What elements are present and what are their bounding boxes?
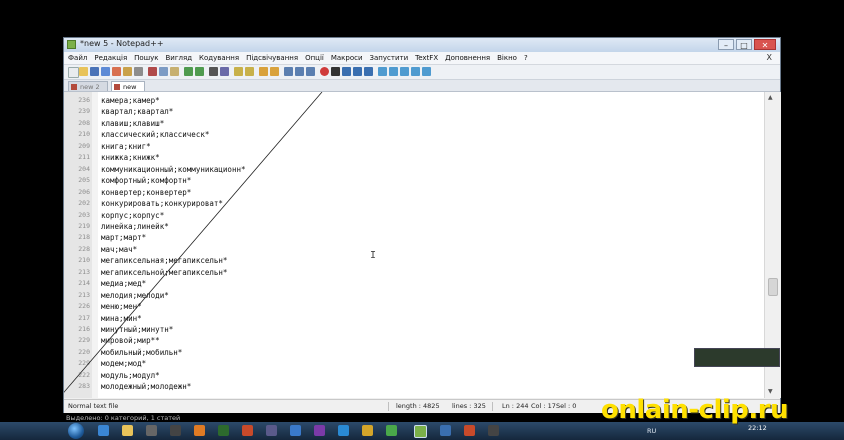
watermark-logo: onlain-clip.ru [601, 395, 789, 425]
save-macro-icon[interactable] [364, 67, 373, 76]
close-file-icon[interactable] [112, 67, 121, 76]
find-icon[interactable] [209, 67, 218, 76]
window-title: *new 5 - Notepad++ [80, 39, 164, 48]
notepad-window: *new 5 - Notepad++ – □ ✕ Файл Редакція П… [63, 37, 781, 413]
menu-bar: Файл Редакція Пошук Вигляд Кодування Під… [64, 52, 780, 65]
title-bar[interactable]: *new 5 - Notepad++ – □ ✕ [64, 38, 780, 52]
print-icon[interactable] [134, 67, 143, 76]
play-macro-icon[interactable] [342, 67, 351, 76]
paste-icon[interactable] [170, 67, 179, 76]
menu-help[interactable]: ? [524, 52, 528, 64]
close-all-icon[interactable] [123, 67, 132, 76]
taskbar-app-icon-4[interactable] [170, 425, 181, 436]
text-editor[interactable]: 236 камера;камер* 239 квартал;квартал* 208 кл… [64, 92, 764, 398]
taskbar-app-icon-9[interactable] [290, 425, 301, 436]
replace-icon[interactable] [220, 67, 229, 76]
menu-plugins[interactable]: Доповнення [445, 52, 490, 64]
zoom-out-icon[interactable] [245, 67, 254, 76]
copy-icon[interactable] [159, 67, 168, 76]
plugin-icon-4[interactable] [411, 67, 420, 76]
taskbar-app-icon-8[interactable] [266, 425, 277, 436]
taskbar-app-icon-13[interactable] [386, 425, 397, 436]
plugin-icon-3[interactable] [400, 67, 409, 76]
plugin-icon-5[interactable] [422, 67, 431, 76]
clock[interactable]: 22:12 [748, 424, 767, 432]
plugin-icon-2[interactable] [389, 67, 398, 76]
close-button[interactable]: ✕ [754, 39, 776, 50]
open-file-icon[interactable] [79, 67, 88, 76]
menu-syntax[interactable]: Підсвічування [246, 52, 298, 64]
ie-icon[interactable] [98, 425, 109, 436]
menu-view[interactable]: Вигляд [165, 52, 192, 64]
maximize-button[interactable]: □ [736, 39, 752, 50]
menu-options[interactable]: Опції [305, 52, 324, 64]
taskbar-app-icon-11[interactable] [338, 425, 349, 436]
redo-icon[interactable] [195, 67, 204, 76]
minimize-button[interactable]: – [718, 39, 734, 50]
notification-popup [694, 348, 780, 367]
status-sel: Sel : 0 [556, 402, 577, 410]
notepad-taskbar-icon[interactable] [414, 425, 427, 438]
sync-v-icon[interactable] [259, 67, 268, 76]
scroll-thumb[interactable] [768, 278, 778, 296]
new-file-icon[interactable] [68, 67, 79, 78]
tab-new-2-2[interactable]: new 2 2 [68, 81, 108, 101]
sync-h-icon[interactable] [270, 67, 279, 76]
scroll-down-icon[interactable]: ▼ [768, 388, 773, 395]
taskbar-app-icon-15[interactable] [440, 425, 451, 436]
menu-window[interactable]: Вікно [497, 52, 517, 64]
taskbar-app-icon-16[interactable] [464, 425, 475, 436]
tab-bar: new 2 2 new 5 [64, 80, 780, 101]
menu-macros[interactable]: Макроси [331, 52, 363, 64]
stop-macro-icon[interactable] [331, 67, 340, 76]
unsaved-document-icon [114, 84, 120, 90]
word-wrap-icon[interactable] [284, 67, 293, 76]
menu-edit[interactable]: Редакція [94, 52, 127, 64]
status-lines: lines : 325 [452, 402, 486, 410]
language-indicator[interactable]: RU [647, 425, 656, 437]
menu-encoding[interactable]: Кодування [199, 52, 239, 64]
menu-run[interactable]: Запустити [370, 52, 409, 64]
taskbar-app-icon-7[interactable] [242, 425, 253, 436]
plugin-icon-1[interactable] [378, 67, 387, 76]
taskbar-app-icon-12[interactable] [362, 425, 373, 436]
indent-guide-icon[interactable] [306, 67, 315, 76]
zoom-in-icon[interactable] [234, 67, 243, 76]
status-length: length : 4825 [396, 402, 440, 410]
menu-search[interactable]: Пошук [134, 52, 158, 64]
record-macro-icon[interactable] [320, 67, 329, 76]
status-ln: Ln : 244 [502, 402, 529, 410]
drawn-line [64, 92, 323, 393]
save-icon[interactable] [90, 67, 99, 76]
run-macro-multiple-icon[interactable] [353, 67, 362, 76]
close-document-icon[interactable]: X [767, 52, 772, 64]
toolbar [64, 65, 780, 80]
status-file-type: Normal text file [68, 402, 119, 410]
explorer-icon[interactable] [122, 425, 133, 436]
menu-textfx[interactable]: TextFX [415, 52, 438, 64]
menu-file[interactable]: Файл [68, 52, 87, 64]
cut-icon[interactable] [148, 67, 157, 76]
scroll-up-icon[interactable]: ▲ [768, 94, 773, 101]
status-col: Col : 17 [531, 402, 556, 410]
media-player-icon[interactable] [146, 425, 157, 436]
tab-new-5[interactable]: new 5 [111, 81, 145, 101]
document-icon [71, 84, 77, 90]
start-button-icon[interactable] [68, 423, 84, 439]
taskbar-app-icon-6[interactable] [218, 425, 229, 436]
show-all-chars-icon[interactable] [295, 67, 304, 76]
notepad-icon [67, 40, 76, 49]
taskbar-app-icon-10[interactable] [314, 425, 325, 436]
save-all-icon[interactable] [101, 67, 110, 76]
taskbar-app-icon-17[interactable] [488, 425, 499, 436]
firefox-icon[interactable] [194, 425, 205, 436]
undo-icon[interactable] [184, 67, 193, 76]
